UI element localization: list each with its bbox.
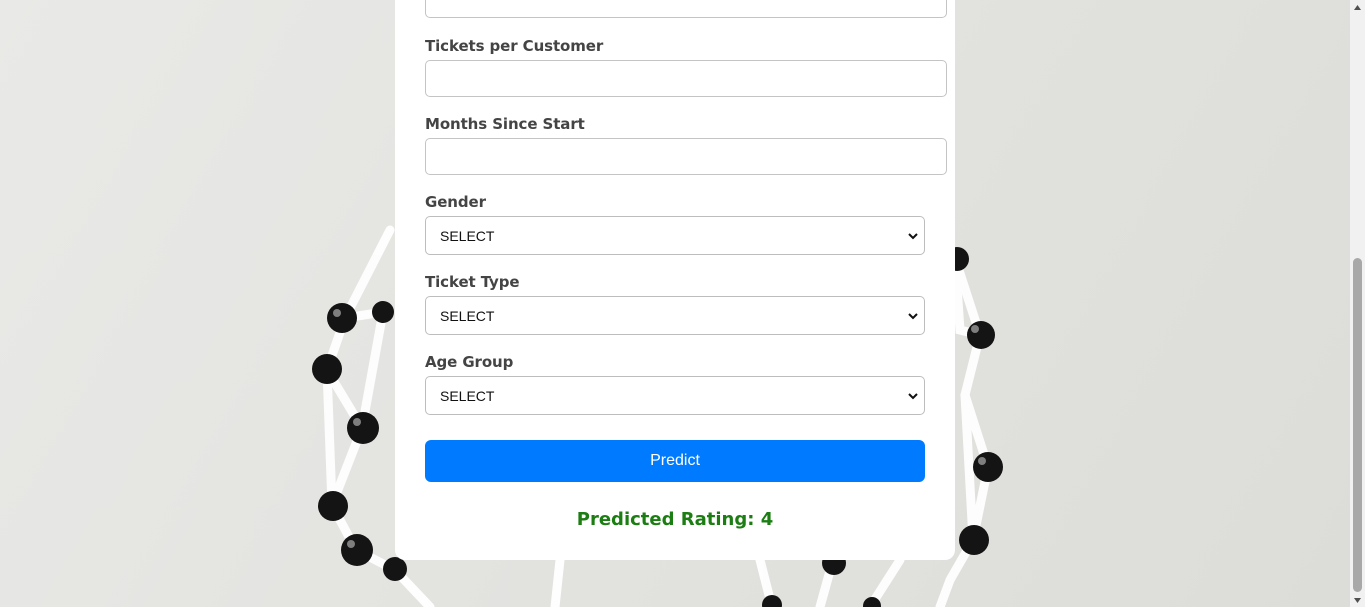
chevron-down-icon — [908, 313, 918, 320]
months-since-start-label: Months Since Start — [425, 115, 585, 133]
scroll-down-icon[interactable] — [1353, 597, 1362, 604]
gender-label: Gender — [425, 193, 486, 211]
ticket-type-label: Ticket Type — [425, 273, 520, 291]
scrollbar-thumb[interactable] — [1353, 258, 1362, 592]
vertical-scrollbar[interactable] — [1350, 0, 1365, 607]
gender-select-value: SELECT — [440, 228, 495, 244]
age-group-select[interactable]: SELECT — [425, 376, 925, 415]
age-group-select-value: SELECT — [440, 388, 495, 404]
chevron-down-icon — [908, 233, 918, 240]
ticket-type-select-value: SELECT — [440, 308, 495, 324]
predicted-rating-text: Predicted Rating: 4 — [576, 509, 774, 530]
ticket-type-select[interactable]: SELECT — [425, 296, 925, 335]
previous-field-input[interactable] — [425, 0, 947, 18]
scroll-up-icon[interactable] — [1353, 4, 1362, 11]
gender-select[interactable]: SELECT — [425, 216, 925, 255]
tickets-per-customer-input[interactable] — [425, 60, 947, 97]
predict-button[interactable]: Predict — [425, 440, 925, 482]
tickets-per-customer-label: Tickets per Customer — [425, 37, 604, 55]
age-group-label: Age Group — [425, 353, 514, 371]
months-since-start-input[interactable] — [425, 138, 947, 175]
chevron-down-icon — [908, 393, 918, 400]
